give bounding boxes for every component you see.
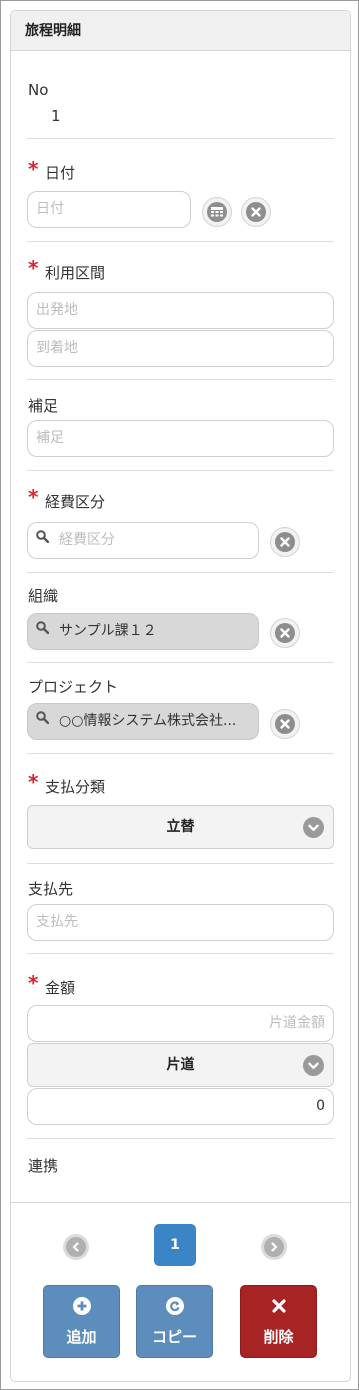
amount-label: 金額 bbox=[45, 979, 76, 997]
add-button[interactable]: 追加 bbox=[43, 1285, 120, 1358]
note-label: 補足 bbox=[28, 397, 59, 415]
payee-input[interactable]: 支払先 bbox=[27, 904, 334, 941]
chevron-down-icon bbox=[303, 817, 324, 838]
payee-label: 支払先 bbox=[28, 880, 74, 898]
payment-type-value: 立替 bbox=[166, 819, 195, 835]
project-value: ○○情報システム株式会社... bbox=[59, 713, 237, 729]
search-icon bbox=[36, 523, 50, 557]
divider bbox=[27, 470, 334, 471]
calendar-button[interactable] bbox=[202, 197, 232, 227]
clear-icon bbox=[246, 202, 266, 222]
copy-button-label: コピー bbox=[151, 1328, 197, 1346]
departure-input[interactable]: 出発地 bbox=[27, 292, 334, 329]
trip-type-select[interactable]: 片道 bbox=[27, 1043, 334, 1087]
total-amount-input[interactable]: 0 bbox=[27, 1088, 334, 1125]
delete-button[interactable]: 削除 bbox=[240, 1285, 317, 1358]
chevron-down-icon bbox=[303, 1055, 324, 1076]
required-mark: * bbox=[28, 256, 39, 280]
prev-page-button[interactable] bbox=[63, 1234, 89, 1260]
chevron-left-icon bbox=[66, 1237, 86, 1257]
trip-type-value: 片道 bbox=[166, 1057, 195, 1073]
note-input[interactable]: 補足 bbox=[27, 420, 334, 457]
divider bbox=[27, 572, 334, 573]
divider bbox=[27, 241, 334, 242]
divider bbox=[27, 753, 334, 754]
redo-icon bbox=[165, 1296, 185, 1316]
linkage-label: 連携 bbox=[28, 1157, 59, 1175]
organization-label: 組織 bbox=[28, 587, 59, 605]
no-label: No bbox=[28, 81, 49, 99]
close-icon bbox=[269, 1296, 289, 1316]
calendar-icon bbox=[207, 202, 227, 222]
plus-icon bbox=[72, 1296, 92, 1316]
divider bbox=[27, 662, 334, 663]
required-mark: * bbox=[28, 971, 39, 995]
panel-title: 旅程明細 bbox=[11, 11, 350, 51]
project-clear-button[interactable] bbox=[270, 709, 300, 739]
organization-value: サンプル課１２ bbox=[59, 623, 157, 639]
expense-category-search[interactable]: 経費区分 bbox=[27, 522, 259, 559]
chevron-right-icon bbox=[264, 1237, 284, 1257]
required-mark: * bbox=[28, 157, 39, 181]
expense-category-clear-button[interactable] bbox=[270, 527, 300, 557]
project-search[interactable]: ○○情報システム株式会社... bbox=[27, 703, 259, 740]
copy-button[interactable]: コピー bbox=[136, 1285, 213, 1358]
current-page-button[interactable]: 1 bbox=[154, 1224, 196, 1266]
payment-type-label: 支払分類 bbox=[45, 778, 106, 796]
travel-detail-panel: 旅程明細 No 1 * 日付 日付 * 利用区間 出発地 到着地 補足 補足 *… bbox=[10, 10, 351, 1382]
clear-icon bbox=[275, 532, 295, 552]
payment-type-select[interactable]: 立替 bbox=[27, 805, 334, 849]
next-page-button[interactable] bbox=[261, 1234, 287, 1260]
divider bbox=[27, 138, 334, 139]
divider bbox=[27, 953, 334, 954]
date-clear-button[interactable] bbox=[241, 197, 271, 227]
search-icon bbox=[36, 614, 50, 648]
search-icon bbox=[36, 704, 50, 738]
divider bbox=[27, 379, 334, 380]
window-frame: 旅程明細 No 1 * 日付 日付 * 利用区間 出発地 到着地 補足 補足 *… bbox=[0, 0, 359, 1390]
oneway-amount-input[interactable]: 片道金額 bbox=[27, 1005, 334, 1042]
date-input[interactable]: 日付 bbox=[27, 191, 191, 228]
required-mark: * bbox=[28, 770, 39, 794]
expense-category-placeholder: 経費区分 bbox=[59, 532, 115, 548]
required-mark: * bbox=[28, 485, 39, 509]
delete-button-label: 削除 bbox=[263, 1328, 294, 1346]
organization-clear-button[interactable] bbox=[270, 618, 300, 648]
route-label: 利用区間 bbox=[45, 264, 106, 282]
date-label: 日付 bbox=[45, 164, 76, 182]
divider bbox=[27, 1138, 334, 1139]
arrival-input[interactable]: 到着地 bbox=[27, 330, 334, 367]
no-value: 1 bbox=[51, 107, 61, 125]
organization-search[interactable]: サンプル課１２ bbox=[27, 613, 259, 650]
add-button-label: 追加 bbox=[66, 1328, 97, 1346]
clear-icon bbox=[275, 714, 295, 734]
footer-divider bbox=[11, 1202, 350, 1203]
divider bbox=[27, 863, 334, 864]
expense-category-label: 経費区分 bbox=[45, 493, 106, 511]
clear-icon bbox=[275, 623, 295, 643]
project-label: プロジェクト bbox=[28, 678, 119, 696]
